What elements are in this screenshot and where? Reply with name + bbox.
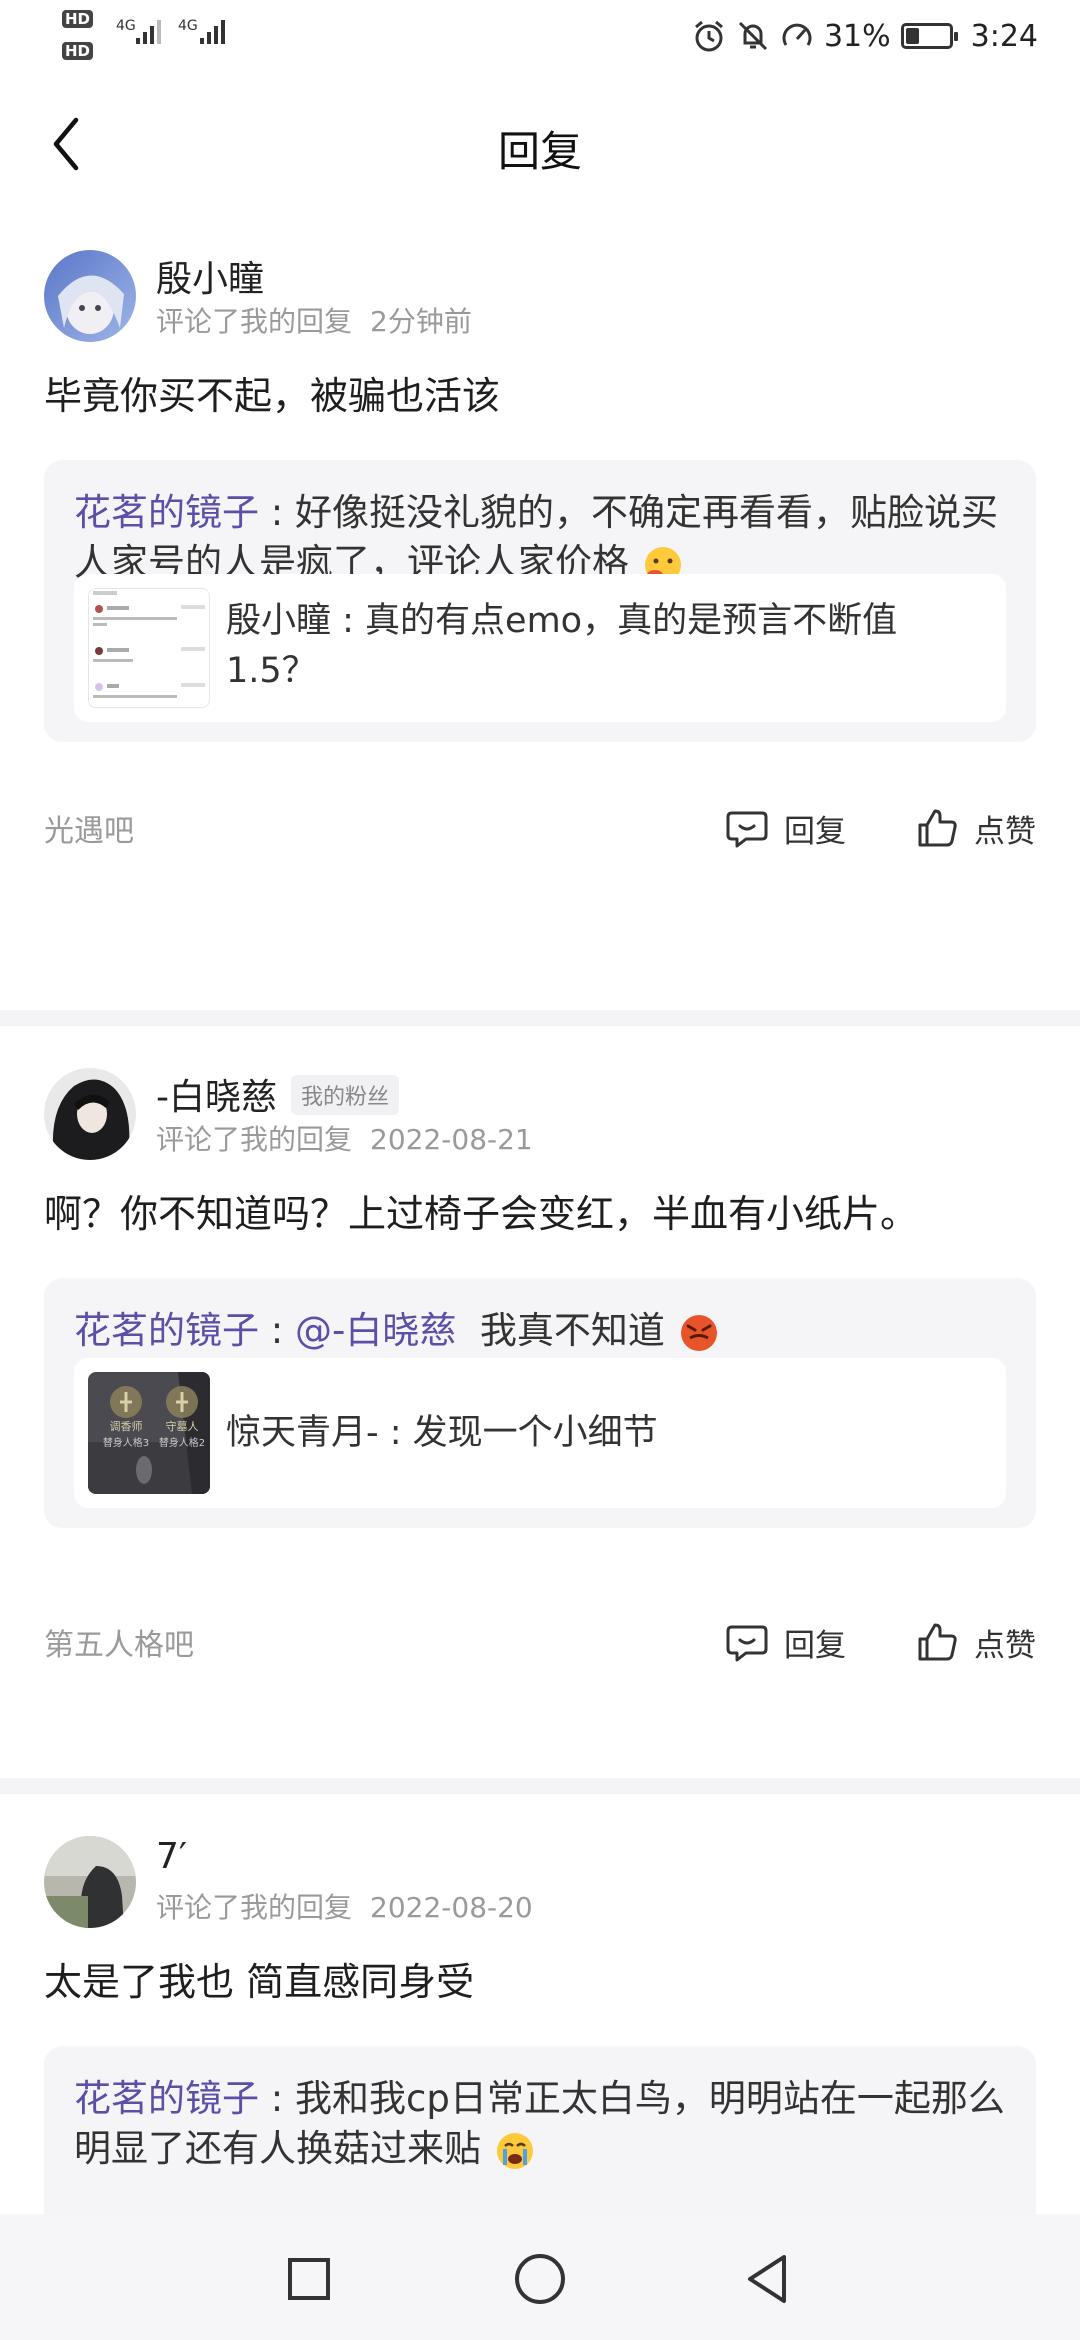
quote-author[interactable]: 花茗的镜子 (74, 2077, 259, 2120)
triangle-back-icon (748, 2255, 786, 2303)
reply-meta: 评论了我的回复 2022-08-21 (156, 1118, 533, 1158)
fan-badge: 我的粉丝 (291, 1075, 400, 1115)
reply-card[interactable]: -白晓慈 我的粉丝 评论了我的回复 2022-08-21 啊？你不知道吗？上过椅子会… (0, 1026, 1080, 1776)
user-name[interactable]: 7′ (156, 1836, 187, 1877)
reply-action: 评论了我的回复 (156, 305, 353, 338)
card-separator (0, 1010, 1080, 1026)
quoted-reply[interactable]: 花茗的镜子 : 好像挺没礼貌的，不确定再看看，贴脸说买人家号的人是疯了，评论人家… (44, 460, 1036, 742)
crying-emoji-icon (496, 2132, 533, 2169)
quote-author[interactable]: 花茗的镜子 (74, 1309, 259, 1352)
user-name[interactable]: 殷小瞳 (156, 250, 264, 302)
recents-button[interactable] (274, 2244, 344, 2314)
quote-text-block: 花茗的镜子 : @-白晓慈 我真不知道 (74, 1306, 1006, 1356)
thumbs-up-icon (918, 1623, 957, 1661)
like-label: 点赞 (974, 813, 1036, 850)
thumb-label: 替身人格3 (103, 1436, 149, 1449)
reply-label: 回复 (784, 813, 846, 850)
signal-icon (136, 20, 161, 44)
comment-icon (726, 1625, 768, 1662)
original-post-text: 惊天青月- : 发现一个小细节 (226, 1413, 658, 1453)
like-label: 点赞 (974, 1627, 1036, 1664)
quote-text-block: 花茗的镜子 : 好像挺没礼貌的，不确定再看看，贴脸说买人家号的人是疯了，评论人家… (74, 488, 1006, 588)
quote-text-block: 花茗的镜子 : 我和我cp日常正太白鸟，明明站在一起那么明显了还有人换菇过来贴 (74, 2074, 1006, 2174)
clock: 3:24 (970, 18, 1038, 54)
quote-author[interactable]: 花茗的镜子 (74, 491, 259, 534)
thumb-label: 调香师 (110, 1420, 143, 1433)
reply-label: 回复 (784, 1627, 846, 1664)
quote-body: 我真不知道 (479, 1309, 665, 1352)
avatar[interactable] (44, 1068, 136, 1160)
battery-percent: 31% (823, 18, 891, 54)
reply-meta: 评论了我的回复 2022-08-20 (156, 1886, 533, 1926)
reply-time: 2022-08-20 (370, 1891, 533, 1924)
user-name-row: -白晓慈 我的粉丝 (156, 1068, 400, 1120)
forum-name[interactable]: 第五人格吧 (44, 1620, 194, 1664)
original-post-preview[interactable]: 调香师 守墓人 替身人格3 替身人格2 惊天青月- : 发现一个小细节 (74, 1358, 1006, 1508)
hd-indicator-2: HD (62, 42, 94, 60)
reply-time: 2分钟前 (370, 305, 472, 338)
page-title: 回复 (497, 127, 582, 176)
system-back-button[interactable] (733, 2244, 803, 2314)
status-right: 31% 3:24 (692, 16, 1038, 56)
top-bar: 回复 (0, 90, 1080, 200)
square-icon (288, 2258, 330, 2300)
reply-action: 评论了我的回复 (156, 1123, 353, 1156)
reply-meta: 评论了我的回复 2分钟前 (156, 300, 472, 340)
reply-card[interactable]: 殷小瞳 评论了我的回复 2分钟前 毕竟你买不起，被骗也活该 花茗的镜子 : 好像挺… (0, 230, 1080, 1010)
system-nav-bar (0, 2214, 1080, 2340)
reply-card[interactable]: 7′ 评论了我的回复 2022-08-20 太是了我也 简直感同身受 花茗的镜子 … (0, 1794, 1080, 2246)
battery-icon (900, 23, 958, 49)
alarm-icon (694, 20, 723, 52)
signal-icon-2 (200, 20, 225, 44)
post-thumbnail: 调香师 守墓人 替身人格3 替身人格2 (88, 1372, 210, 1494)
angry-emoji-icon (680, 1314, 717, 1351)
reply-content[interactable]: 啊？你不知道吗？上过椅子会变红，半血有小纸片。 (44, 1188, 1036, 1240)
forum-name[interactable]: 光遇吧 (44, 806, 134, 850)
reply-content[interactable]: 太是了我也 简直感同身受 (44, 1956, 1036, 2008)
status-bar: HD HD 4G 4G 31% 3:24 (0, 0, 1080, 72)
like-button[interactable]: 点赞 (914, 798, 1036, 858)
mention-link[interactable]: @-白晓慈 (295, 1309, 456, 1352)
thumb-label: 守墓人 (166, 1419, 199, 1433)
thumbs-up-icon (918, 809, 957, 847)
card-footer: 第五人格吧 回复 点赞 (44, 1612, 1036, 1672)
comment-icon (726, 811, 768, 848)
mute-icon (738, 21, 767, 51)
original-post-preview[interactable]: 殷小瞳 : 真的有点emo，真的是预言不断值1.5？ (74, 574, 1006, 722)
quoted-reply[interactable]: 花茗的镜子 : @-白晓慈 我真不知道 调香师 守墓人 替身人格3 替身人格2 … (44, 1278, 1036, 1528)
like-button[interactable]: 点赞 (914, 1612, 1036, 1672)
user-name[interactable]: -白晓慈 (156, 1077, 277, 1118)
hd-indicator-1: HD (62, 10, 94, 28)
thumb-label: 替身人格2 (159, 1436, 205, 1449)
reply-action: 评论了我的回复 (156, 1891, 353, 1924)
avatar[interactable] (44, 1836, 136, 1928)
circle-icon (515, 2254, 565, 2304)
card-separator (0, 1778, 1080, 1794)
reply-button[interactable]: 回复 (724, 1612, 846, 1672)
reply-button[interactable]: 回复 (724, 798, 846, 858)
original-post-text: 殷小瞳 : 真的有点emo，真的是预言不断值1.5？ (226, 601, 898, 691)
signal-label-1: 4G (116, 18, 136, 34)
home-button[interactable] (505, 2244, 575, 2314)
data-saver-icon (782, 23, 812, 46)
post-thumbnail (88, 588, 210, 708)
reply-time: 2022-08-21 (370, 1123, 533, 1156)
reply-content[interactable]: 毕竟你买不起，被骗也活该 (44, 370, 1036, 422)
card-footer: 光遇吧 回复 点赞 (44, 798, 1036, 858)
avatar[interactable] (44, 250, 136, 342)
